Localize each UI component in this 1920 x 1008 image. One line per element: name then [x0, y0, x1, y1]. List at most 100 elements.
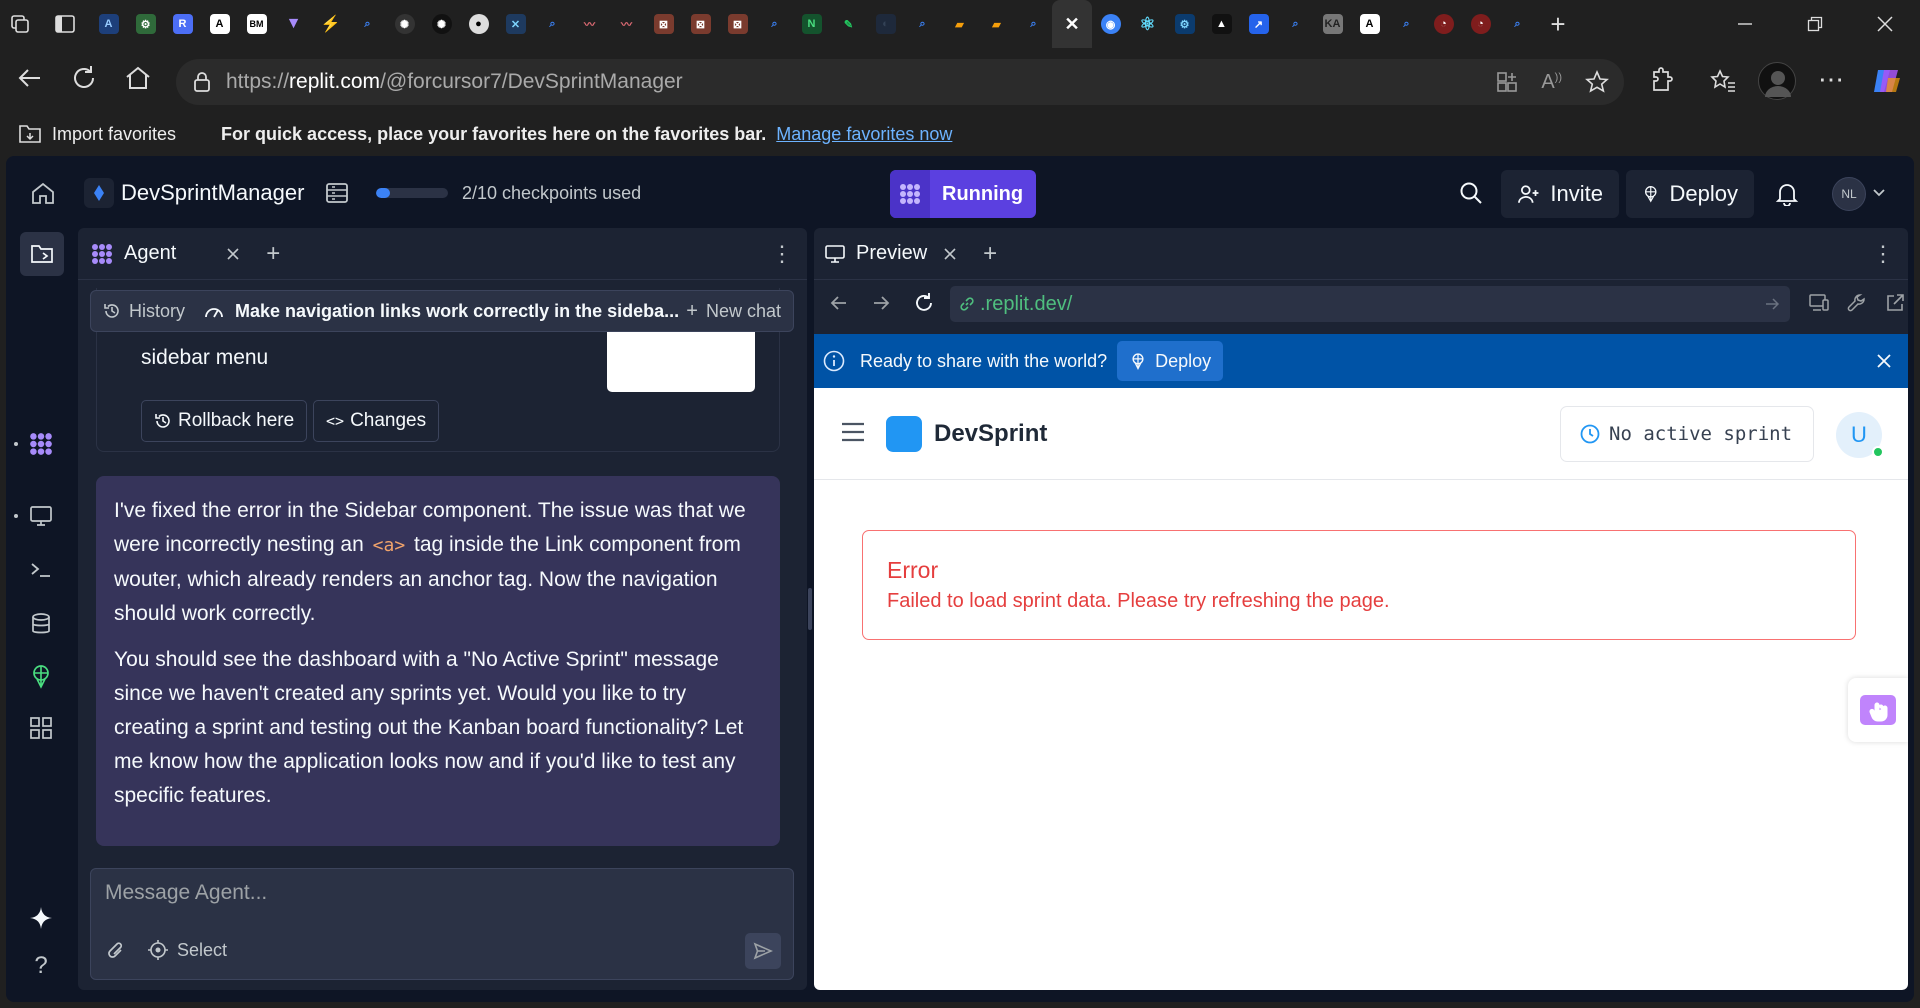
search-icon[interactable]: ⌕ [904, 0, 941, 48]
tab-favicon[interactable]: BM [238, 0, 275, 48]
invite-button[interactable]: Invite [1501, 170, 1619, 218]
lock-icon[interactable] [192, 71, 212, 93]
close-tab-icon[interactable] [943, 247, 957, 261]
tab-favicon[interactable]: ✺ [423, 0, 460, 48]
new-tab-icon[interactable]: + [1536, 0, 1580, 48]
back-icon[interactable] [14, 62, 46, 94]
attach-paperclip-icon[interactable] [105, 939, 127, 963]
tab-favicon[interactable]: A [90, 0, 127, 48]
github-icon[interactable]: ● [460, 0, 497, 48]
notifications-bell-icon[interactable] [1774, 180, 1800, 206]
kebab-menu-icon[interactable]: ⋮ [1872, 241, 1894, 267]
add-tab-icon[interactable]: + [983, 240, 997, 268]
home-icon[interactable] [30, 180, 56, 206]
search-icon[interactable]: ⌕ [1499, 0, 1536, 48]
minimize-icon[interactable] [1710, 0, 1780, 48]
search-icon[interactable]: ⌕ [1277, 0, 1314, 48]
tab-favicon[interactable]: ◉ [1092, 0, 1129, 48]
chat-title[interactable]: Make navigation links work correctly in … [235, 301, 679, 322]
manage-favorites-link[interactable]: Manage favorites now [776, 124, 952, 145]
tab-actions-icon[interactable] [40, 0, 90, 48]
react-icon[interactable]: ⚛ [1129, 0, 1166, 48]
favorites-icon[interactable] [1708, 66, 1738, 96]
devtools-wrench-icon[interactable] [1846, 292, 1868, 314]
panel-resize-handle[interactable] [808, 588, 812, 630]
extensions-icon[interactable] [1646, 66, 1676, 96]
search-icon[interactable] [1458, 180, 1484, 206]
tab-favicon[interactable]: ⚙ [127, 0, 164, 48]
tab-favicon[interactable]: A [201, 0, 238, 48]
tab-favicon[interactable]: ◔ [1425, 0, 1462, 48]
all-tools-grid-icon[interactable] [23, 710, 59, 746]
tab-preview[interactable]: Preview [856, 242, 927, 265]
tab-favicon[interactable]: ✕ [497, 0, 534, 48]
profile-avatar[interactable] [1758, 62, 1796, 100]
tab-favicon[interactable]: ↗ [1240, 0, 1277, 48]
send-button[interactable] [745, 933, 781, 969]
search-icon[interactable]: ⌕ [349, 0, 386, 48]
preview-monitor-icon[interactable] [23, 498, 59, 534]
search-icon[interactable]: ⌕ [1015, 0, 1052, 48]
hamburger-menu-icon[interactable] [840, 420, 866, 444]
close-tab-icon[interactable] [226, 247, 240, 261]
import-favorites-link[interactable]: Import favorites [52, 124, 176, 145]
preview-reload-icon[interactable] [912, 291, 936, 315]
rollback-button[interactable]: Rollback here [141, 400, 308, 442]
restore-icon[interactable] [1780, 0, 1850, 48]
tab-favicon[interactable]: ⊠ [645, 0, 682, 48]
more-icon[interactable]: ⋯ [1818, 66, 1844, 92]
active-tab-close-icon[interactable]: ✕ [1052, 0, 1092, 48]
read-aloud-icon[interactable]: A)) [1541, 71, 1562, 94]
reload-icon[interactable] [68, 62, 100, 94]
history-button[interactable]: History [129, 301, 185, 322]
tab-agent[interactable]: Agent [124, 242, 176, 265]
tab-favicon[interactable]: ▲ [1203, 0, 1240, 48]
help-icon[interactable]: ? [23, 948, 59, 984]
tab-favicon[interactable]: ⚡ [312, 0, 349, 48]
device-view-icon[interactable] [1808, 292, 1830, 314]
workspaces-icon[interactable] [0, 0, 40, 48]
select-element-button[interactable]: Select [147, 939, 227, 961]
ai-sparkle-icon[interactable] [23, 900, 59, 936]
copilot-icon[interactable] [1870, 64, 1904, 98]
files-toggle-icon[interactable] [20, 232, 64, 276]
tab-favicon[interactable]: ✎ [830, 0, 867, 48]
banner-close-icon[interactable] [1876, 353, 1892, 369]
shell-icon[interactable] [23, 552, 59, 588]
search-icon[interactable]: ⌕ [1388, 0, 1425, 48]
user-avatar[interactable]: NL [1832, 177, 1866, 211]
sprint-status-badge[interactable]: No active sprint [1560, 406, 1814, 462]
preview-forward-icon[interactable] [870, 292, 892, 314]
tab-favicon[interactable]: N [793, 0, 830, 48]
preview-url-bar[interactable]: .replit.dev/ [950, 286, 1790, 322]
tab-favicon[interactable]: A [1351, 0, 1388, 48]
open-new-window-icon[interactable] [1884, 292, 1906, 314]
search-icon[interactable]: ⌕ [534, 0, 571, 48]
project-name[interactable]: DevSprintManager [121, 180, 304, 206]
preview-back-icon[interactable] [828, 292, 850, 314]
deploy-button[interactable]: Deploy [1626, 170, 1754, 218]
chevron-down-icon[interactable] [1872, 186, 1886, 200]
database-icon[interactable] [23, 606, 59, 642]
checkpoint-screenshot-thumbnail[interactable] [607, 328, 755, 392]
tab-favicon[interactable]: ▰ [941, 0, 978, 48]
changes-button[interactable]: <> Changes [313, 400, 440, 442]
tab-favicon[interactable]: ⊠ [682, 0, 719, 48]
tab-favicon[interactable]: 〰 [608, 0, 645, 48]
run-button[interactable]: Running [890, 170, 1036, 218]
checkpoint-icon[interactable] [324, 180, 350, 206]
tab-favicon[interactable]: ▰ [978, 0, 1015, 48]
window-close-icon[interactable] [1850, 0, 1920, 48]
tab-favicon[interactable]: ◔ [1462, 0, 1499, 48]
agent-icon[interactable] [23, 426, 59, 462]
message-agent-input[interactable]: Message Agent... [105, 881, 775, 917]
tab-favicon[interactable]: R [164, 0, 201, 48]
deployments-icon[interactable] [23, 658, 59, 694]
add-tab-icon[interactable]: + [266, 240, 280, 268]
tab-favicon[interactable]: KA [1314, 0, 1351, 48]
tab-favicon[interactable]: ▼ [275, 0, 312, 48]
floating-widget-button[interactable] [1848, 678, 1908, 742]
address-bar[interactable]: https://replit.com/@forcursor7/DevSprint… [176, 59, 1624, 105]
home-icon[interactable] [122, 62, 154, 94]
go-arrow-icon[interactable] [1764, 296, 1780, 312]
